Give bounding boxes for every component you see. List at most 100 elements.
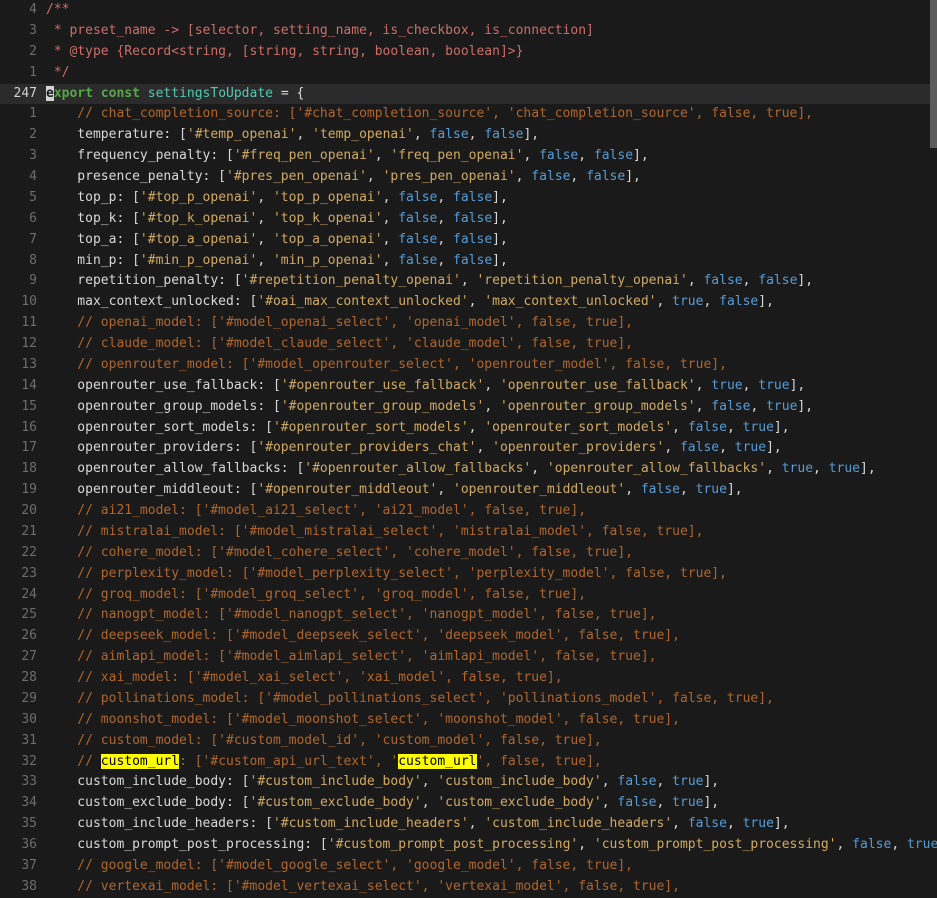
code-line[interactable]: 19 openrouter_middleout: ['#openrouter_m… [0, 480, 937, 501]
code-line[interactable]: 8 min_p: ['#min_p_openai', 'min_p_openai… [0, 251, 937, 272]
search-highlight: custom_url [398, 753, 477, 769]
code-line[interactable]: 2 * @type {Record<string, [string, strin… [0, 42, 937, 63]
token: true [672, 294, 704, 310]
code-line[interactable]: 18 openrouter_allow_fallbacks: ['#openro… [0, 459, 937, 480]
code-line[interactable]: 2 temperature: ['#temp_openai', 'temp_op… [0, 125, 937, 146]
token: // [46, 753, 101, 769]
token: false [453, 210, 493, 226]
token: , [437, 252, 454, 268]
code-line[interactable]: 6 top_k: ['#top_k_openai', 'top_k_openai… [0, 209, 937, 230]
line-number: 32 [21, 753, 37, 769]
code-line[interactable]: 16 openrouter_sort_models: ['#openrouter… [0, 418, 937, 439]
token: , [382, 210, 399, 226]
token: true [828, 461, 861, 477]
token: 'openrouter_group_models' [499, 398, 696, 414]
code-line[interactable]: 4 presence_penalty: ['#pres_pen_openai',… [0, 167, 937, 188]
code-line-current[interactable]: 247 export const settingsToUpdate = { [0, 83, 937, 105]
code-line[interactable]: 28 // xai_model: ['#model_xai_select', '… [0, 668, 937, 689]
code-line[interactable]: 25 // nanogpt_model: ['#model_nanogpt_se… [0, 605, 937, 626]
code-line[interactable]: 34 custom_exclude_body: ['#custom_exclud… [0, 793, 937, 814]
token: openrouter_middleout: [ [46, 482, 258, 498]
code-line[interactable]: 5 top_p: ['#top_p_openai', 'top_p_openai… [0, 188, 937, 209]
code-line[interactable]: 36 custom_prompt_post_processing: ['#cus… [0, 835, 937, 856]
code-text: // claude_model: ['#model_claude_select'… [44, 334, 937, 355]
code-line[interactable]: 15 openrouter_group_models: ['#openroute… [0, 397, 937, 418]
code-editor[interactable]: 4 /** 3 * preset_name -> [selector, settin… [0, 0, 937, 898]
code-text: // ai21_model: ['#model_ai21_select', 'a… [44, 501, 937, 522]
token: , [570, 169, 587, 184]
line-number: 30 [21, 711, 37, 727]
code-line[interactable]: 29 // pollinations_model: ['#model_polli… [0, 689, 937, 710]
token: , [891, 837, 907, 852]
code-line[interactable]: 30 // moonshot_model: ['#model_moonshot_… [0, 710, 937, 731]
code-text: openrouter_sort_models: ['#openrouter_so… [44, 418, 937, 439]
code-line[interactable]: 1 */ [0, 63, 937, 84]
code-line[interactable]: 13 // openrouter_model: ['#model_openrou… [0, 355, 937, 376]
code-text: openrouter_group_models: ['#openrouter_g… [44, 397, 937, 418]
code-line[interactable]: 7 top_a: ['#top_a_openai', 'top_a_openai… [0, 230, 937, 251]
code-text: // perplexity_model: ['#model_perplexity… [44, 564, 937, 585]
code-line[interactable]: 10 max_context_unlocked: ['#oai_max_cont… [0, 292, 937, 313]
token: '#openrouter_group_models' [280, 398, 485, 414]
code-line[interactable]: 20 // ai21_model: ['#model_ai21_select',… [0, 501, 937, 522]
line-number: 6 [29, 210, 37, 226]
line-number: 3 [29, 22, 37, 38]
code-text: max_context_unlocked: ['#oai_max_context… [44, 292, 937, 313]
token: ], [773, 419, 790, 435]
code-line[interactable]: 9 repetition_penalty: ['#repetition_pena… [0, 271, 937, 292]
token: false [703, 273, 743, 289]
code-text: // chat_completion_source: ['#chat_compl… [44, 104, 937, 125]
token: min_p: [ [46, 252, 140, 268]
token: false [711, 398, 751, 414]
token: 'openrouter_middleout' [453, 482, 626, 498]
token: /** [46, 2, 70, 17]
code-text: openrouter_middleout: ['#openrouter_midd… [44, 480, 937, 501]
token: ], [758, 294, 774, 310]
token: ], [703, 774, 720, 790]
code-line[interactable]: 23 // perplexity_model: ['#model_perplex… [0, 564, 937, 585]
code-line[interactable]: 21 // mistralai_model: ['#model_mistrala… [0, 522, 937, 543]
code-line[interactable]: 3 * preset_name -> [selector, setting_na… [0, 21, 937, 42]
token: true [906, 837, 937, 852]
token: false [852, 837, 892, 852]
code-text: // cohere_model: ['#model_cohere_select'… [44, 543, 937, 564]
line-number: 26 [21, 628, 37, 644]
code-line[interactable]: 1 // chat_completion_source: ['#chat_com… [0, 104, 937, 125]
token: '#openrouter_sort_models' [272, 419, 469, 435]
code-text: * preset_name -> [selector, setting_name… [44, 21, 937, 42]
line-number: 27 [21, 649, 37, 665]
line-number: 2 [29, 43, 37, 59]
code-line[interactable]: 22 // cohere_model: ['#model_cohere_sele… [0, 543, 937, 564]
scrollbar-thumb[interactable] [930, 0, 937, 148]
code-line[interactable]: 33 custom_include_body: ['#custom_includ… [0, 772, 937, 793]
token: true [766, 398, 798, 414]
token: , [578, 148, 594, 164]
token: 'openrouter_use_fallback' [499, 377, 696, 393]
code-text: top_p: ['#top_p_openai', 'top_p_openai',… [44, 188, 937, 209]
code-line[interactable]: 3 frequency_penalty: ['#freq_pen_openai'… [0, 146, 937, 167]
code-line[interactable]: 17 openrouter_providers: ['#openrouter_p… [0, 438, 937, 459]
code-line[interactable]: 37 // google_model: ['#model_google_sele… [0, 856, 937, 877]
code-text: // custom_url: ['#custom_api_url_text', … [44, 752, 937, 773]
code-line[interactable]: 11 // openai_model: ['#model_openai_sele… [0, 313, 937, 334]
code-line[interactable]: 14 openrouter_use_fallback: ['#openroute… [0, 376, 937, 397]
search-highlight: custom_url [100, 753, 180, 769]
code-line[interactable]: 38 // vertexai_model: ['#model_vertexai_… [0, 877, 937, 898]
token: 'custom_prompt_post_processing' [593, 837, 837, 852]
code-line[interactable]: 31 // custom_model: ['#custom_model_id',… [0, 731, 937, 752]
token: ], [703, 795, 720, 811]
token: , [296, 127, 313, 143]
token: , [523, 148, 540, 164]
code-line[interactable]: 12 // claude_model: ['#model_claude_sele… [0, 334, 937, 355]
token: true [711, 377, 743, 393]
code-line[interactable]: 24 // groq_model: ['#model_groq_select',… [0, 585, 937, 606]
code-line[interactable]: 4 /** [0, 0, 937, 21]
code-line[interactable]: 35 custom_include_headers: ['#custom_inc… [0, 814, 937, 835]
code-line[interactable]: 27 // aimlapi_model: ['#model_aimlapi_se… [0, 647, 937, 668]
token: 'top_k_openai' [272, 210, 383, 226]
code-text: repetition_penalty: ['#repetition_penalt… [44, 271, 937, 292]
code-line[interactable]: 26 // deepseek_model: ['#model_deepseek_… [0, 626, 937, 647]
token: false [429, 127, 469, 143]
code-line[interactable]: 32 // custom_url: ['#custom_api_url_text… [0, 752, 937, 773]
